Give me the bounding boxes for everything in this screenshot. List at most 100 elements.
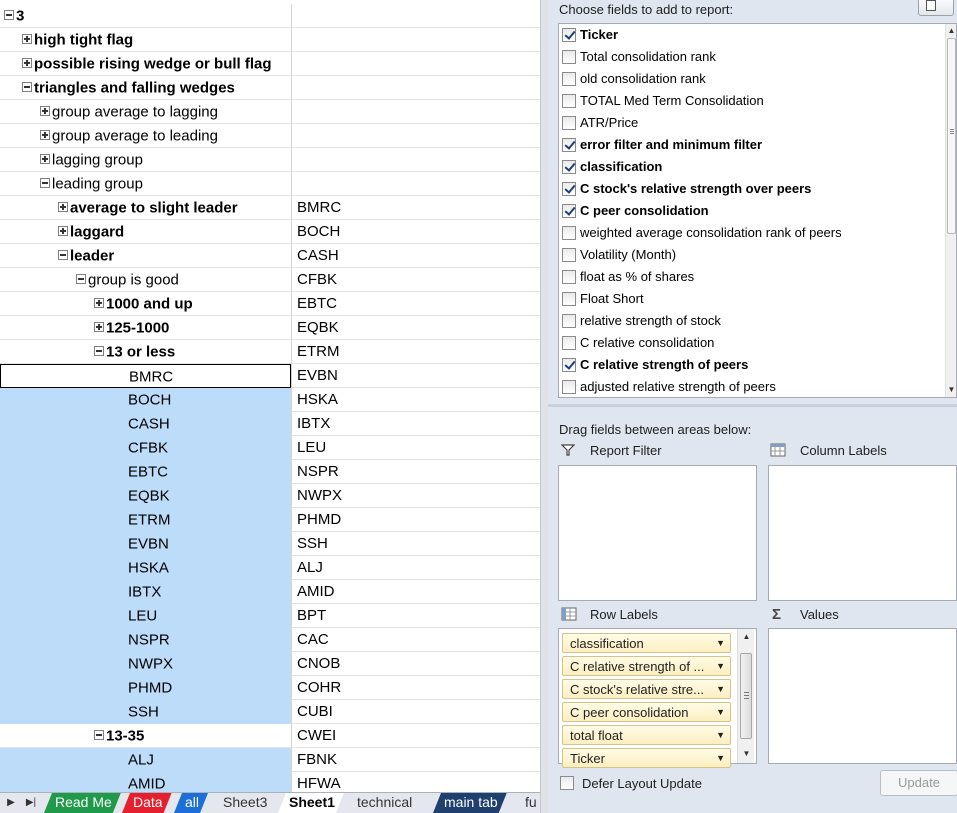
row-field-chip[interactable]: C relative strength of ... ▼ [562, 656, 731, 676]
dropdown-arrow-icon[interactable]: ▼ [716, 749, 725, 767]
field-checkbox[interactable] [562, 380, 576, 394]
sheet-tab[interactable]: technical [346, 793, 421, 813]
row-label-cell[interactable]: EBTC [0, 460, 291, 484]
row-label-cell[interactable]: SSH [0, 700, 291, 724]
ticker-cell[interactable] [291, 76, 540, 100]
row-label-cell[interactable]: 3 [0, 4, 291, 28]
ticker-cell[interactable]: EBTC [291, 292, 540, 316]
column-labels-area[interactable] [768, 465, 957, 601]
ticker-cell[interactable]: CASH [291, 244, 540, 268]
ticker-cell[interactable]: EVBN [291, 364, 540, 388]
field-list-layout-button[interactable] [918, 0, 954, 16]
row-label-cell[interactable]: possible rising wedge or bull flag [0, 52, 291, 76]
row-label-cell[interactable]: ETRM [0, 508, 291, 532]
values-area[interactable] [768, 628, 957, 764]
ticker-cell[interactable] [291, 4, 540, 28]
row-label-cell[interactable]: triangles and falling wedges [0, 76, 291, 100]
ticker-cell[interactable]: HSKA [291, 388, 540, 412]
expand-icon[interactable] [94, 298, 104, 308]
row-label-cell[interactable]: laggard [0, 220, 291, 244]
pivot-table-grid[interactable]: 3 high tight flag possible rising wedge or… [0, 0, 540, 792]
dropdown-arrow-icon[interactable]: ▼ [716, 634, 725, 652]
expand-icon[interactable] [40, 106, 50, 116]
field-list-scrollbar[interactable]: ▲ ▼ [945, 24, 956, 397]
collapse-icon[interactable] [4, 10, 14, 20]
field-checkbox[interactable] [562, 358, 576, 372]
row-label-cell[interactable]: 13 or less [0, 340, 291, 364]
field-list[interactable]: Ticker Total consolidation rank old consol… [558, 23, 957, 398]
ticker-cell[interactable]: BOCH [291, 220, 540, 244]
row-label-cell[interactable]: lagging group [0, 148, 291, 172]
row-label-cell[interactable]: LEU [0, 604, 291, 628]
field-checkbox[interactable] [562, 292, 576, 306]
ticker-cell[interactable] [291, 28, 540, 52]
ticker-cell[interactable]: COHR [291, 676, 540, 700]
expand-icon[interactable] [58, 202, 68, 212]
pane-divider[interactable] [540, 0, 548, 813]
ticker-cell[interactable]: NSPR [291, 460, 540, 484]
row-field-chip[interactable]: Ticker ▼ [562, 748, 731, 768]
row-label-cell[interactable]: NSPR [0, 628, 291, 652]
row-label-cell[interactable]: BMRC [0, 364, 291, 388]
row-label-cell[interactable]: leader [0, 244, 291, 268]
row-label-cell[interactable]: leading group [0, 172, 291, 196]
scroll-up-icon[interactable]: ▲ [741, 631, 752, 643]
row-label-cell[interactable]: average to slight leader [0, 196, 291, 220]
ticker-cell[interactable] [291, 172, 540, 196]
ticker-cell[interactable]: IBTX [291, 412, 540, 436]
ticker-cell[interactable] [291, 124, 540, 148]
ticker-cell[interactable]: NWPX [291, 484, 540, 508]
tab-scroll-last-icon[interactable]: ▶| [24, 796, 38, 810]
row-label-cell[interactable]: group is good [0, 268, 291, 292]
dropdown-arrow-icon[interactable]: ▼ [716, 657, 725, 675]
scroll-down-icon[interactable]: ▼ [741, 748, 752, 760]
ticker-cell[interactable]: AMID [291, 580, 540, 604]
field-checkbox[interactable] [562, 314, 576, 328]
row-label-cell[interactable]: 13-35 [0, 724, 291, 748]
ticker-cell[interactable] [291, 52, 540, 76]
scroll-up-icon[interactable]: ▲ [946, 25, 956, 37]
sheet-tab[interactable]: fu [514, 793, 540, 813]
field-checkbox[interactable] [562, 160, 576, 174]
report-filter-area[interactable] [558, 465, 757, 601]
ticker-cell[interactable] [291, 100, 540, 124]
field-checkbox[interactable] [562, 28, 576, 42]
ticker-cell[interactable]: ETRM [291, 340, 540, 364]
field-checkbox[interactable] [562, 50, 576, 64]
collapse-icon[interactable] [58, 250, 68, 260]
dropdown-arrow-icon[interactable]: ▼ [716, 726, 725, 744]
dropdown-arrow-icon[interactable]: ▼ [716, 703, 725, 721]
row-label-cell[interactable]: CFBK [0, 436, 291, 460]
expand-icon[interactable] [22, 34, 32, 44]
field-checkbox[interactable] [562, 182, 576, 196]
field-checkbox[interactable] [562, 72, 576, 86]
sheet-tab[interactable]: all [174, 793, 208, 813]
row-label-cell[interactable]: CASH [0, 412, 291, 436]
field-checkbox[interactable] [562, 336, 576, 350]
ticker-cell[interactable]: FBNK [291, 748, 540, 772]
scroll-down-icon[interactable]: ▼ [946, 384, 956, 396]
collapse-icon[interactable] [22, 82, 32, 92]
row-labels-area[interactable]: classification ▼ C relative strength of ..… [558, 628, 757, 768]
row-label-cell[interactable]: EQBK [0, 484, 291, 508]
ticker-cell[interactable]: SSH [291, 532, 540, 556]
expand-icon[interactable] [94, 322, 104, 332]
field-checkbox[interactable] [562, 116, 576, 130]
ticker-cell[interactable]: ALJ [291, 556, 540, 580]
ticker-cell[interactable]: EQBK [291, 316, 540, 340]
collapse-icon[interactable] [40, 178, 50, 188]
ticker-cell[interactable]: CUBI [291, 700, 540, 724]
ticker-cell[interactable]: CFBK [291, 268, 540, 292]
ticker-cell[interactable]: CWEI [291, 724, 540, 748]
row-field-chip[interactable]: total float ▼ [562, 725, 731, 745]
collapse-icon[interactable] [76, 274, 86, 284]
row-label-cell[interactable]: high tight flag [0, 28, 291, 52]
field-checkbox[interactable] [562, 138, 576, 152]
row-field-chip[interactable]: C peer consolidation ▼ [562, 702, 731, 722]
ticker-cell[interactable]: CAC [291, 628, 540, 652]
collapse-icon[interactable] [94, 346, 104, 356]
expand-icon[interactable] [58, 226, 68, 236]
field-checkbox[interactable] [562, 94, 576, 108]
row-labels-scroll-thumb[interactable] [740, 653, 752, 739]
row-label-cell[interactable]: 1000 and up [0, 292, 291, 316]
